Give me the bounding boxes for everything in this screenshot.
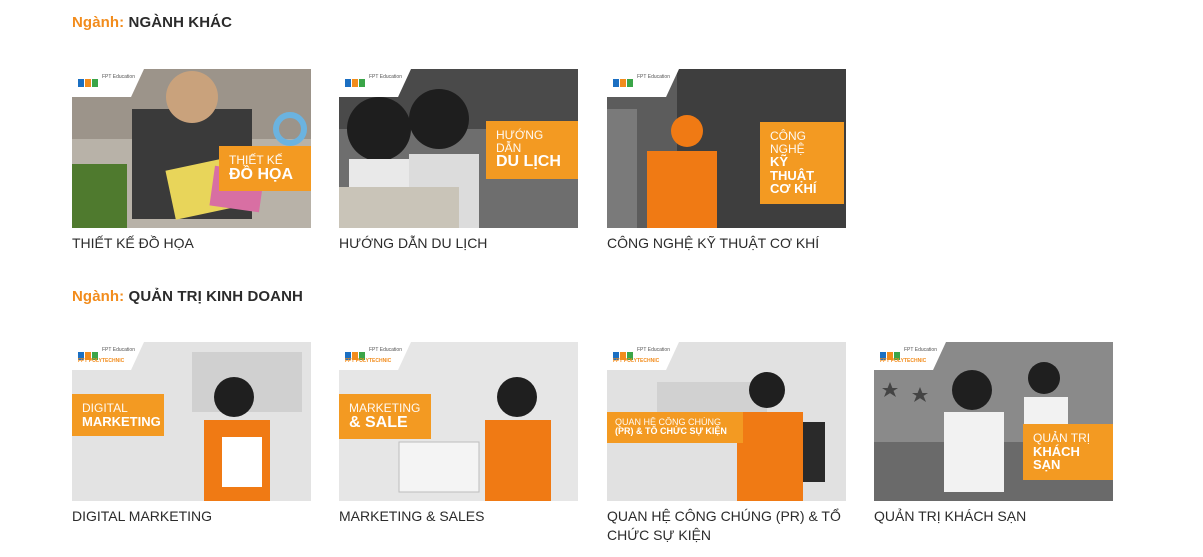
course-caption[interactable]: QUAN HỆ CÔNG CHÚNG (PR) & TỔ CHỨC SỰ KIỆ…	[607, 507, 846, 545]
section-title-quan-tri-kinh-doanh: Ngành: QUẢN TRỊ KINH DOANH	[72, 288, 303, 305]
section-name: QUẢN TRỊ KINH DOANH	[128, 288, 303, 305]
course-thumbnail[interactable]: FPT Education THIẾT KẾ ĐỒ HỌA	[72, 69, 311, 228]
section-prefix: Ngành:	[72, 14, 125, 31]
course-badge: QUAN HỆ CÔNG CHÚNG (PR) & TỔ CHỨC SỰ KIỆ…	[607, 412, 743, 443]
course-caption[interactable]: MARKETING & SALES	[339, 507, 578, 526]
course-caption[interactable]: QUẢN TRỊ KHÁCH SẠN	[874, 507, 1113, 526]
course-caption[interactable]: THIẾT KẾ ĐỒ HỌA	[72, 234, 311, 253]
course-caption[interactable]: CÔNG NGHỆ KỸ THUẬT CƠ KHÍ	[607, 234, 846, 253]
section-prefix: Ngành:	[72, 288, 125, 305]
course-caption[interactable]: HƯỚNG DẪN DU LỊCH	[339, 234, 578, 253]
course-badge: QUẢN TRỊ KHÁCH SẠN	[1023, 424, 1113, 480]
course-card-digital-marketing[interactable]: FPT Education FPT POLYTECHNIC DIGITAL MA…	[72, 342, 311, 526]
course-card-quan-tri-khach-san[interactable]: FPT Education FPT POLYTECHNIC QUẢN TRỊ K…	[874, 342, 1113, 526]
course-thumbnail[interactable]: FPT Education FPT POLYTECHNIC QUẢN TRỊ K…	[874, 342, 1113, 501]
course-thumbnail[interactable]: FPT Education CÔNG NGHỆ KỸ THUẬT CƠ KHÍ	[607, 69, 846, 228]
course-badge: MARKETING & SALE	[339, 394, 431, 440]
course-card-thiet-ke-do-hoa[interactable]: FPT Education THIẾT KẾ ĐỒ HỌA THIẾT KẾ Đ…	[72, 69, 311, 253]
course-card-huong-dan-du-lich[interactable]: FPT Education HƯỚNG DẪN DU LỊCH HƯỚNG DẪ…	[339, 69, 578, 253]
course-thumbnail[interactable]: FPT Education FPT POLYTECHNIC MARKETING …	[339, 342, 578, 501]
course-thumbnail[interactable]: FPT Education FPT POLYTECHNIC QUAN HỆ CÔ…	[607, 342, 846, 501]
section-title-nganh-khac: Ngành: NGÀNH KHÁC	[72, 14, 232, 31]
course-card-marketing-sales[interactable]: FPT Education FPT POLYTECHNIC MARKETING …	[339, 342, 578, 526]
section-name: NGÀNH KHÁC	[128, 14, 233, 31]
course-badge: HƯỚNG DẪN DU LỊCH	[486, 121, 578, 179]
course-card-pr-su-kien[interactable]: FPT Education FPT POLYTECHNIC QUAN HỆ CÔ…	[607, 342, 846, 545]
course-badge: THIẾT KẾ ĐỒ HỌA	[219, 146, 311, 192]
course-card-co-khi[interactable]: FPT Education CÔNG NGHỆ KỸ THUẬT CƠ KHÍ …	[607, 69, 846, 253]
course-caption[interactable]: DIGITAL MARKETING	[72, 507, 311, 526]
course-badge: DIGITAL MARKETING	[72, 394, 164, 437]
course-badge: CÔNG NGHỆ KỸ THUẬT CƠ KHÍ	[760, 122, 844, 205]
course-thumbnail[interactable]: FPT Education FPT POLYTECHNIC DIGITAL MA…	[72, 342, 311, 501]
course-thumbnail[interactable]: FPT Education HƯỚNG DẪN DU LỊCH	[339, 69, 578, 228]
